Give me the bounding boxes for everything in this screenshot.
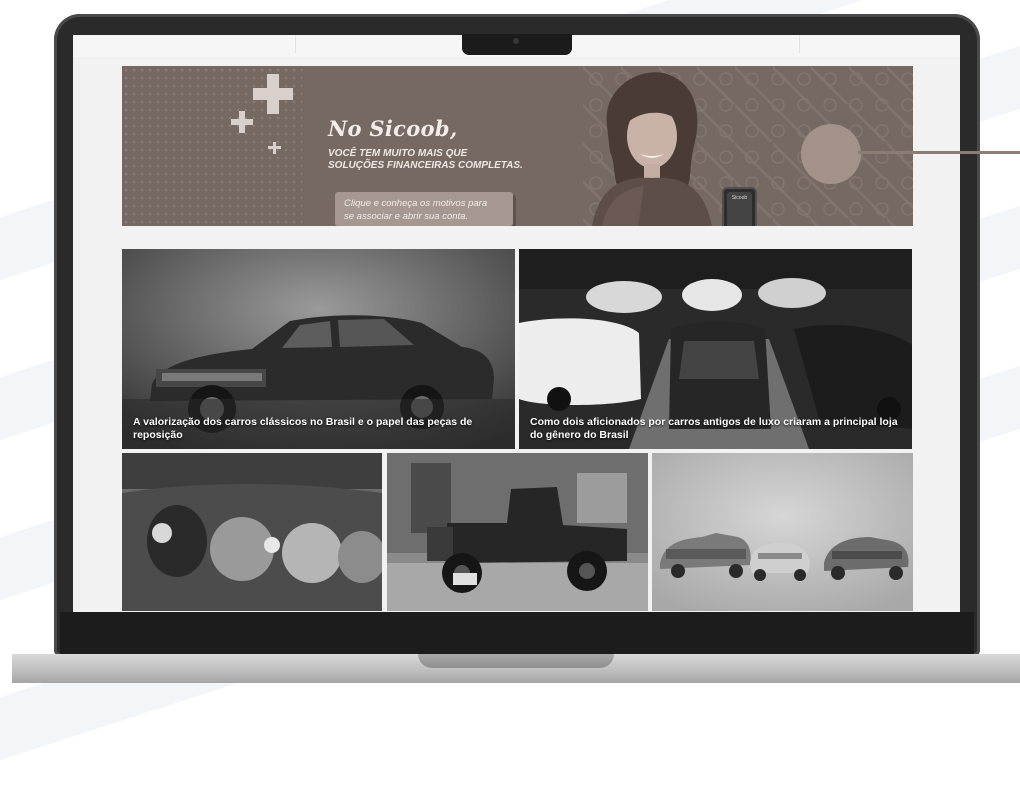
screen-bottom-bezel: [60, 612, 974, 656]
electric-suvs-photo: [652, 453, 913, 611]
banner-subline-1: VOCÊ TEM MUITO MAIS QUE: [328, 148, 468, 159]
woman-photo: [592, 72, 712, 226]
laptop-base-notch: [418, 654, 614, 668]
vintage-truck-photo: [387, 453, 648, 611]
article-card-electric-suvs[interactable]: [652, 453, 913, 611]
article-card-vintage-headlights[interactable]: [122, 453, 382, 611]
laptop-screen: No Sicoob, VOCÊ TEM MUITO MAIS QUE SOLUÇ…: [73, 35, 960, 612]
cta-line-1: Clique e conheça os motivos para: [344, 198, 488, 209]
smartphone-image: Sicoob: [722, 187, 757, 226]
sicoob-banner[interactable]: No Sicoob, VOCÊ TEM MUITO MAIS QUE SOLUÇ…: [122, 66, 913, 226]
highlight-circle: [801, 124, 861, 184]
pointer-line: [858, 151, 1020, 154]
camera-notch: [462, 34, 572, 55]
banner-subline: VOCÊ TEM MUITO MAIS QUE SOLUÇÕES FINANCE…: [328, 148, 523, 172]
article-title[interactable]: A valorização dos carros clássicos no Br…: [133, 416, 505, 442]
divider: [799, 35, 800, 53]
article-card-classic-cars[interactable]: A valorização dos carros clássicos no Br…: [122, 249, 515, 449]
vintage-cars-photo: [122, 453, 382, 611]
banner-cta-button[interactable]: Clique e conheça os motivos para se asso…: [335, 192, 513, 226]
phone-app-label: Sicoob: [731, 195, 748, 201]
camera-icon: [513, 38, 519, 44]
cta-line-2: se associar e abrir sua conta.: [344, 211, 469, 222]
phone-screen: Sicoob: [727, 192, 752, 226]
article-card-vintage-truck[interactable]: [387, 453, 648, 611]
article-card-luxury-store[interactable]: Como dois aficionados por carros antigos…: [519, 249, 912, 449]
divider: [295, 35, 296, 53]
banner-headline: No Sicoob,: [328, 116, 458, 141]
banner-subline-2: SOLUÇÕES FINANCEIRAS COMPLETAS.: [328, 160, 523, 171]
article-title[interactable]: Como dois aficionados por carros antigos…: [530, 416, 902, 442]
